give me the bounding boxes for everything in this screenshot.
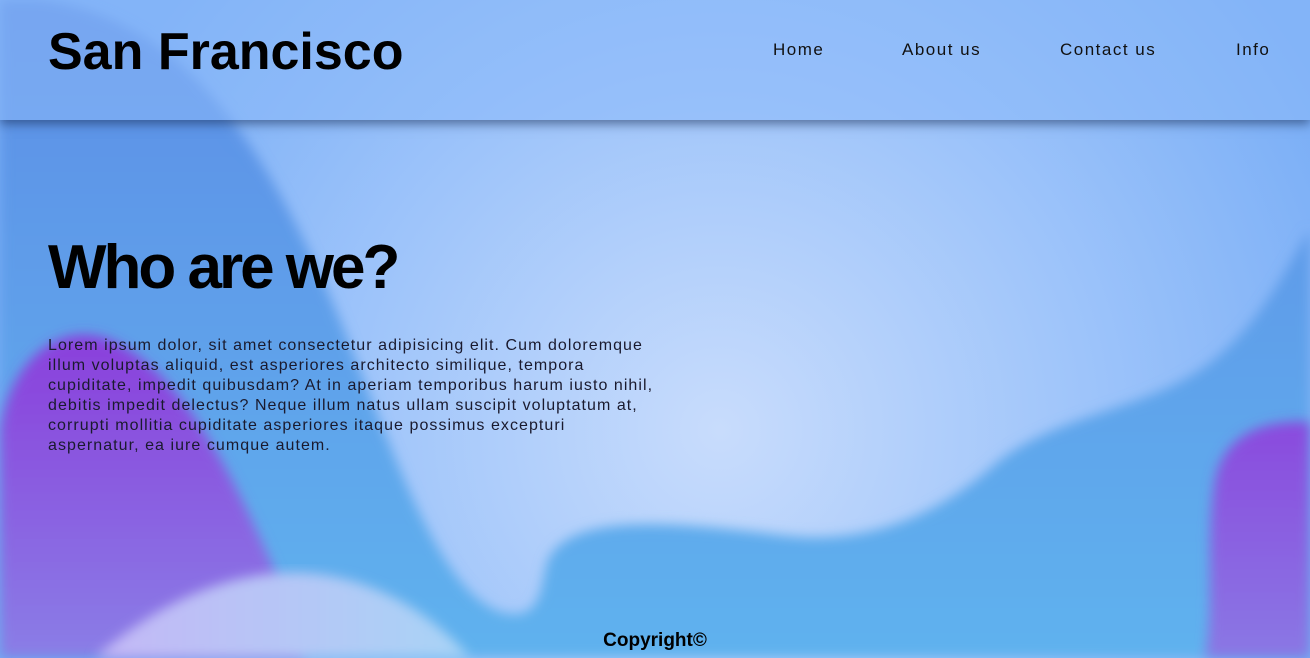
site-header: San Francisco Home About us Contact us I… [0,0,1310,120]
nav-link-about-us[interactable]: About us [902,40,981,60]
main-nav: Home About us Contact us Info [0,40,1310,64]
nav-link-info[interactable]: Info [1236,40,1270,60]
section-paragraph: Lorem ipsum dolor, sit amet consectetur … [48,337,654,454]
nav-link-contact-us[interactable]: Contact us [1060,40,1156,60]
footer-copyright: Copyright© [603,630,707,651]
nav-link-home[interactable]: Home [773,40,824,60]
section-heading: Who are we? [48,233,400,302]
